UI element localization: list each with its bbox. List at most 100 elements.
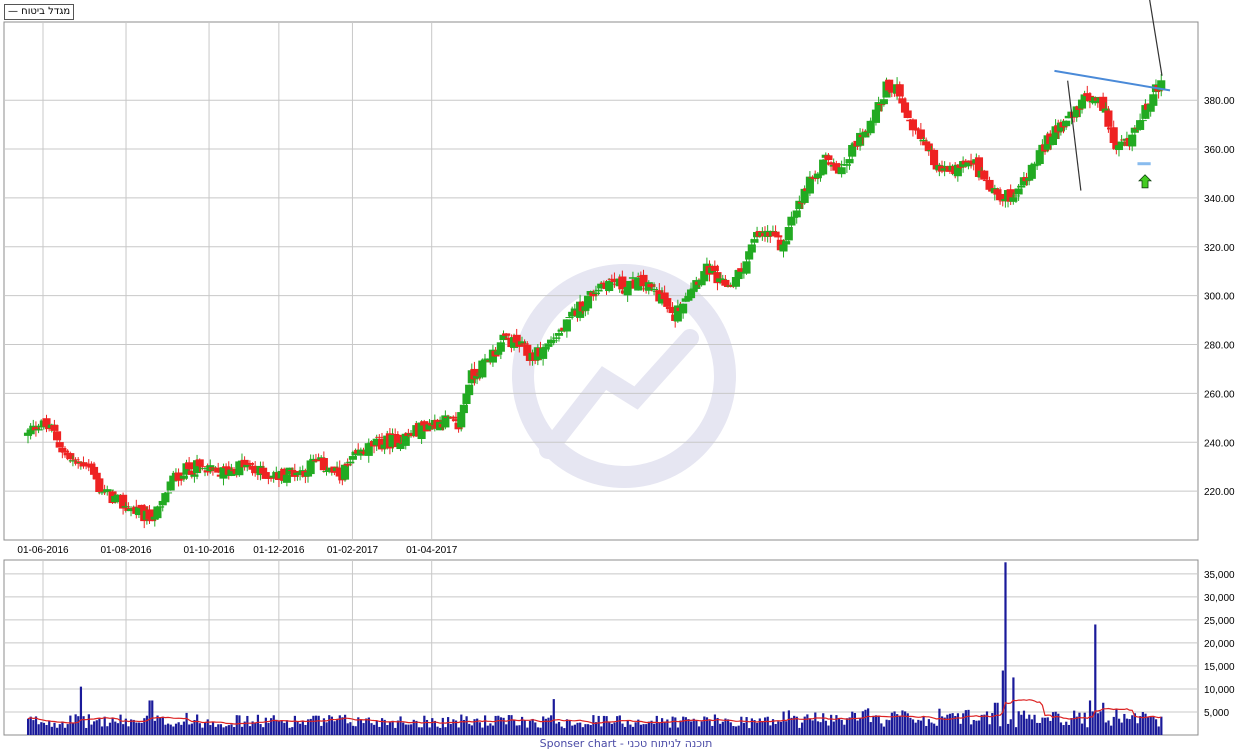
volume-bar	[647, 721, 650, 735]
volume-bar	[724, 718, 727, 735]
volume-bar	[935, 725, 938, 735]
volume-bar	[423, 715, 426, 735]
volume-bar	[193, 719, 196, 735]
volume-bar	[1157, 726, 1160, 735]
volume-bar	[872, 715, 875, 735]
volume-bar	[277, 721, 281, 735]
volume-bar	[145, 715, 149, 735]
candle-body	[562, 319, 571, 332]
volume-bar	[557, 721, 561, 735]
volume-bar	[653, 723, 656, 735]
volume-bar	[880, 723, 883, 735]
volume-bar	[391, 720, 394, 735]
volume-bar	[1160, 716, 1163, 735]
volume-bar	[851, 711, 854, 735]
volume-bar	[980, 714, 983, 735]
volume-bar	[848, 717, 851, 735]
volume-bar	[177, 722, 180, 735]
volume-bar	[970, 724, 973, 735]
volume-bar	[370, 723, 373, 735]
volume-bar	[63, 727, 67, 735]
volume-bar	[320, 725, 323, 735]
volume-bar	[159, 717, 162, 735]
volume-bar	[1012, 677, 1015, 735]
candle-body	[95, 478, 104, 493]
volume-bar	[972, 720, 975, 735]
volume-bar	[483, 715, 487, 735]
volume-bar	[415, 720, 418, 735]
volume-bar	[417, 727, 421, 735]
volume-bar	[148, 700, 151, 735]
volume-bar	[288, 727, 291, 735]
volume-bar	[550, 715, 553, 735]
volume-bar	[1007, 723, 1010, 735]
volume-tick-label: 10,000	[1204, 685, 1235, 696]
volume-bar	[1025, 718, 1028, 735]
footer-credit: Sponser chart - תוכנה לניתוח טכני	[539, 737, 713, 750]
volume-bar	[66, 724, 69, 735]
volume-bar	[534, 722, 537, 735]
volume-bar	[201, 727, 204, 735]
volume-bar	[930, 722, 933, 735]
volume-bar	[856, 720, 859, 735]
volume-bar	[774, 724, 777, 735]
volume-bar	[845, 718, 849, 735]
volume-bar	[365, 718, 368, 735]
volume-bar	[594, 722, 598, 735]
volume-bar	[1028, 714, 1031, 735]
volume-bar	[388, 722, 392, 735]
volume-bar	[576, 722, 579, 735]
volume-bar	[1017, 711, 1020, 735]
volume-bar	[869, 722, 872, 735]
candle-body	[544, 343, 553, 347]
volume-bar	[893, 711, 896, 735]
volume-bar	[137, 722, 141, 735]
series-legend[interactable]: מגדל ביטוח —	[4, 4, 75, 20]
volume-bar	[1152, 715, 1155, 735]
volume-bar	[904, 711, 907, 735]
volume-bar	[523, 720, 526, 735]
volume-bar	[531, 718, 534, 735]
volume-bar	[1112, 716, 1115, 735]
volume-bar	[565, 719, 569, 735]
volume-bar	[837, 718, 841, 735]
volume-bar	[1107, 720, 1110, 735]
volume-bar	[740, 716, 743, 735]
volume-bar	[671, 716, 674, 735]
volume-bar	[993, 702, 997, 735]
volume-bar	[1009, 719, 1012, 735]
volume-bar	[119, 714, 122, 735]
volume-bar	[1104, 722, 1107, 735]
volume-bar	[396, 720, 400, 735]
volume-bar	[742, 722, 746, 735]
volume-bar	[668, 727, 672, 735]
volume-bar	[737, 725, 740, 735]
volume-bar	[449, 723, 452, 735]
candle-body	[1138, 120, 1147, 122]
volume-bar	[486, 725, 489, 735]
volume-bar	[42, 722, 46, 735]
volume-bar	[977, 720, 981, 735]
volume-bar	[1154, 719, 1158, 735]
volume-bar	[275, 719, 278, 735]
volume-bar	[790, 717, 793, 735]
volume-bar	[470, 725, 473, 735]
volume-bar	[161, 716, 164, 735]
volume-bar	[188, 724, 191, 735]
date-tick-label: 01-04-2017	[406, 545, 458, 556]
volume-bar	[510, 715, 513, 735]
volume-bar	[497, 715, 500, 735]
volume-bar	[1020, 714, 1023, 735]
volume-bar	[314, 715, 318, 735]
volume-bar	[642, 724, 645, 735]
volume-bar	[29, 716, 32, 735]
volume-bar	[861, 711, 864, 735]
volume-bar	[267, 722, 270, 735]
volume-bar	[631, 726, 635, 735]
volume-bar	[34, 716, 38, 735]
volume-bar	[1001, 670, 1004, 735]
volume-bar	[58, 724, 61, 735]
volume-bar	[103, 716, 106, 735]
volume-bar	[890, 712, 894, 735]
volume-bar	[1080, 723, 1084, 735]
